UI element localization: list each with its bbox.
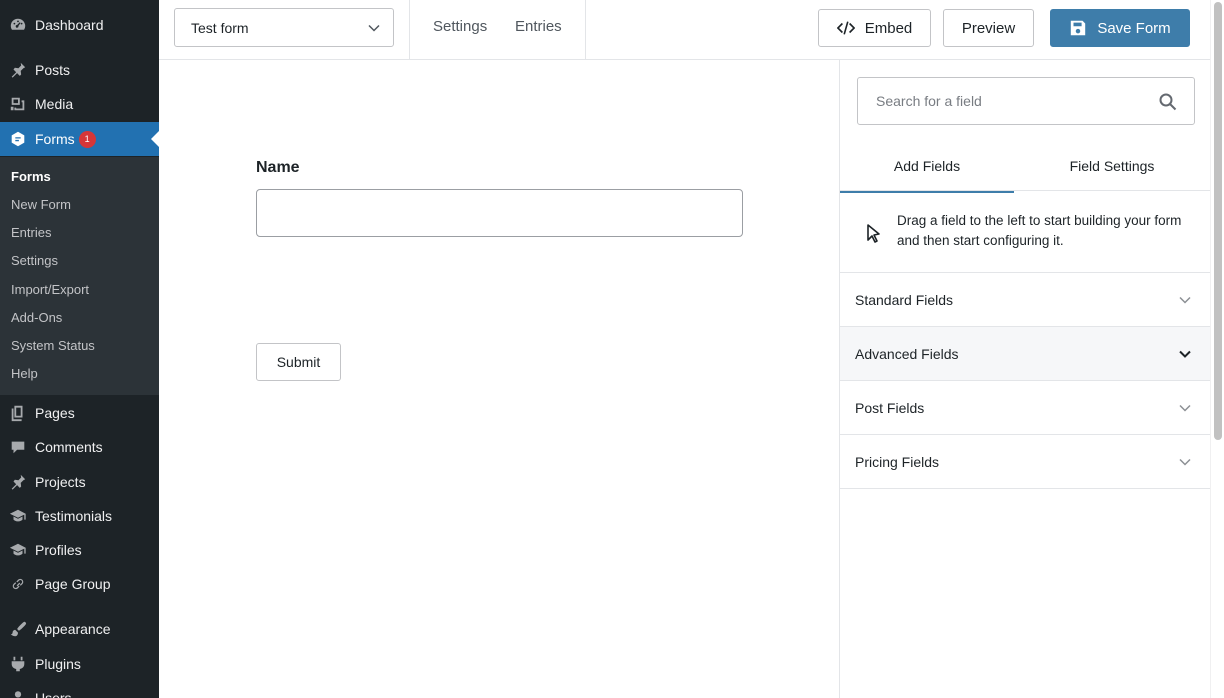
pin-icon [0, 465, 35, 499]
pages-icon [0, 396, 35, 430]
submit-button[interactable]: Submit [256, 343, 341, 381]
pin-icon [0, 53, 35, 87]
pricing-fields-group[interactable]: Pricing Fields [840, 435, 1210, 489]
sidebar-item-label: Testimonials [35, 508, 113, 524]
editor-toolbar: Test form Settings Entries Embed Preview… [159, 0, 1210, 60]
sidebar-item-label: Pages [35, 405, 75, 421]
chevron-down-icon [1179, 458, 1191, 466]
sidebar-item-dashboard[interactable]: Dashboard [0, 8, 159, 42]
code-icon [836, 21, 855, 35]
save-form-button-label: Save Form [1097, 19, 1171, 37]
toolbar-divider [409, 0, 410, 59]
form-switcher-value: Test form [191, 19, 249, 36]
sidebar-item-label: Media [35, 96, 74, 112]
tab-field-settings[interactable]: Field Settings [1014, 156, 1210, 193]
field-search-box [857, 77, 1195, 125]
submenu-item-system-status[interactable]: System Status [11, 336, 95, 356]
page-scrollbar[interactable] [1210, 0, 1224, 698]
sidebar-item-label: Projects [35, 474, 86, 490]
sidebar-item-label: Forms 1 [35, 130, 159, 148]
chevron-down-icon [1179, 296, 1191, 304]
forms-icon [0, 122, 35, 156]
hat-icon [0, 499, 35, 533]
preview-button[interactable]: Preview [943, 9, 1034, 47]
name-field-input[interactable] [256, 189, 743, 237]
sidebar-item-testimonials[interactable]: Testimonials [0, 499, 159, 533]
submenu-item-new-form[interactable]: New Form [11, 195, 71, 215]
drag-hint-text: Drag a field to the left to start buildi… [897, 213, 1182, 248]
sidebar-item-projects[interactable]: Projects [0, 465, 159, 499]
field-search-input[interactable] [859, 79, 1149, 123]
submenu-item-forms[interactable]: Forms [11, 167, 51, 187]
sidebar-item-appearance[interactable]: Appearance [0, 612, 159, 646]
brush-icon [0, 612, 35, 646]
post-fields-group[interactable]: Post Fields [840, 381, 1210, 435]
drag-hint: Drag a field to the left to start buildi… [840, 191, 1210, 273]
editor-sidebar: Add Fields Field Settings Drag a field t… [839, 60, 1210, 698]
sidebar-item-page-group[interactable]: Page Group [0, 567, 159, 601]
sidebar-item-posts[interactable]: Posts [0, 53, 159, 87]
sidebar-item-label: Page Group [35, 576, 111, 592]
admin-sidebar: Dashboard Posts Media Forms 1 Forms New F… [0, 0, 159, 698]
tab-add-fields[interactable]: Add Fields [840, 156, 1014, 193]
settings-link[interactable]: Settings [433, 18, 487, 35]
form-canvas: Name Submit [159, 60, 839, 698]
submit-button-label: Submit [276, 354, 321, 370]
sidebar-item-label: Posts [35, 62, 71, 78]
cursor-icon [867, 224, 880, 243]
sidebar-item-users[interactable]: Users [0, 681, 159, 698]
sidebar-item-label: Comments [35, 439, 103, 455]
preview-button-label: Preview [961, 19, 1016, 37]
sidebar-item-label: Dashboard [35, 17, 104, 33]
group-label: Advanced Fields [855, 345, 959, 362]
scrollbar-thumb[interactable] [1214, 2, 1222, 440]
dashboard-icon [0, 8, 35, 42]
submenu-item-help[interactable]: Help [11, 364, 38, 384]
group-label: Post Fields [855, 399, 925, 416]
embed-button-label: Embed [864, 19, 913, 37]
embed-button[interactable]: Embed [818, 9, 931, 47]
link-icon [0, 567, 35, 601]
sidebar-item-label: Profiles [35, 542, 82, 558]
sidebar-item-profiles[interactable]: Profiles [0, 533, 159, 567]
sidebar-item-label: Appearance [35, 621, 111, 637]
users-icon [0, 681, 35, 698]
notification-badge: 1 [78, 130, 96, 148]
standard-fields-group[interactable]: Standard Fields [840, 273, 1210, 327]
form-switcher-select[interactable]: Test form [174, 8, 394, 47]
sidebar-item-label: Plugins [35, 656, 81, 672]
sidebar-item-media[interactable]: Media [0, 87, 159, 121]
comment-icon [0, 430, 35, 464]
save-icon [1071, 20, 1086, 36]
plugin-icon [0, 647, 35, 681]
toolbar-divider [585, 0, 586, 59]
hat-icon [0, 533, 35, 567]
sidebar-item-label: Users [35, 690, 72, 698]
submenu-item-add-ons[interactable]: Add-Ons [11, 308, 62, 328]
entries-link[interactable]: Entries [515, 18, 562, 35]
sidebar-item-comments[interactable]: Comments [0, 430, 159, 464]
search-icon[interactable] [1158, 92, 1178, 112]
sidebar-item-plugins[interactable]: Plugins [0, 647, 159, 681]
chevron-down-icon [1179, 404, 1191, 412]
save-form-button[interactable]: Save Form [1050, 9, 1190, 47]
submenu-item-entries[interactable]: Entries [11, 223, 51, 243]
name-field-label: Name [256, 159, 300, 176]
chevron-down-icon [368, 24, 380, 32]
forms-submenu: Forms New Form Entries Settings Import/E… [0, 157, 159, 395]
media-icon [0, 87, 35, 121]
submenu-item-import-export[interactable]: Import/Export [11, 280, 89, 300]
current-menu-arrow [151, 131, 159, 147]
chevron-down-icon [1179, 350, 1191, 358]
sidebar-item-pages[interactable]: Pages [0, 396, 159, 430]
submenu-item-settings[interactable]: Settings [11, 251, 58, 271]
group-label: Pricing Fields [855, 453, 940, 470]
advanced-fields-group[interactable]: Advanced Fields [840, 327, 1210, 381]
group-label: Standard Fields [855, 291, 954, 308]
sidebar-item-forms[interactable]: Forms 1 [0, 122, 159, 156]
